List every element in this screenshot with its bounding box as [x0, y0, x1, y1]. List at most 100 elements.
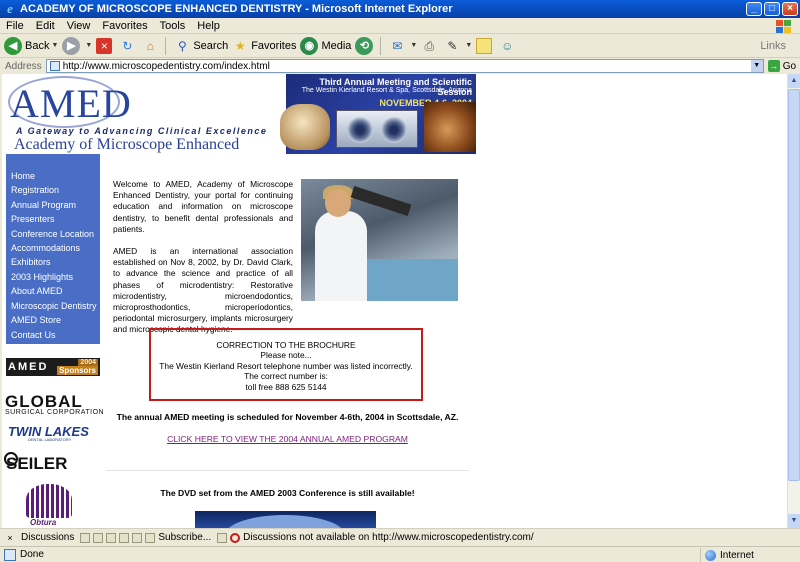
correction-box: CORRECTION TO THE BROCHURE Please note..…: [149, 328, 423, 401]
menu-edit[interactable]: Edit: [30, 20, 61, 32]
nav-conference-location[interactable]: Conference Location: [11, 229, 94, 239]
discussion-close-icon[interactable]: ×: [5, 533, 15, 543]
back-label: Back: [25, 39, 50, 52]
mail-dropdown-icon[interactable]: ▼: [410, 42, 417, 49]
note-icon: [476, 37, 493, 54]
address-dropdown-icon[interactable]: ▼: [750, 60, 763, 72]
status-bar: Done Internet: [0, 546, 800, 562]
refresh-button[interactable]: ↻: [119, 38, 138, 54]
discussion-tool-icon[interactable]: [145, 532, 156, 543]
nav-home[interactable]: Home: [11, 171, 35, 181]
edit-dropdown-icon[interactable]: ▼: [465, 42, 472, 49]
messenger-button[interactable]: ☺: [499, 38, 518, 54]
discussion-tool-icon[interactable]: [80, 532, 91, 543]
mail-icon: ✉: [392, 38, 403, 53]
subscribe-button[interactable]: Subscribe...: [158, 532, 211, 543]
go-arrow-icon: →: [767, 60, 780, 72]
history-icon: ⟲: [355, 36, 374, 55]
favorites-button[interactable]: ★ Favorites: [232, 38, 297, 54]
discussion-bar: × Discussions Subscribe... Discussions n…: [0, 528, 800, 546]
dvd-image[interactable]: [195, 511, 376, 528]
menu-favorites[interactable]: Favorites: [96, 20, 153, 32]
photo-microscope: [350, 186, 412, 216]
sponsors-word: Sponsors: [57, 366, 98, 375]
forward-dropdown-icon[interactable]: ▼: [85, 42, 92, 49]
address-value[interactable]: http://www.microscopedentistry.com/index…: [63, 61, 751, 72]
nav-annual-program[interactable]: Annual Program: [11, 200, 76, 210]
edit-button[interactable]: ✎ ▼: [444, 38, 472, 54]
sponsor-obtura-logo[interactable]: [26, 484, 72, 518]
discuss-button[interactable]: [476, 37, 495, 54]
nav-accommodations[interactable]: Accommodations: [11, 243, 80, 253]
discussion-tool-icon[interactable]: [93, 532, 104, 543]
stop-discussion-icon[interactable]: [217, 532, 228, 543]
intro-paragraph-2: AMED is an international association est…: [113, 246, 293, 335]
photo-head: [325, 189, 351, 217]
history-button[interactable]: ⟲: [355, 36, 376, 55]
program-link[interactable]: CLICK HERE TO VIEW THE 2004 ANNUAL AMED …: [106, 434, 469, 444]
links-label[interactable]: Links: [760, 40, 786, 52]
nav-exhibitors[interactable]: Exhibitors: [11, 257, 51, 267]
tooth-image: [280, 104, 330, 150]
security-zone: Internet: [700, 548, 754, 562]
back-button[interactable]: ◀ Back ▼: [4, 36, 58, 55]
nav-microscopic-dentistry[interactable]: Microscopic Dentistry: [11, 301, 97, 311]
back-dropdown-icon[interactable]: ▼: [51, 42, 58, 49]
zone-label: Internet: [720, 549, 754, 561]
scroll-thumb[interactable]: [788, 89, 800, 481]
stop-button[interactable]: ×: [96, 37, 115, 54]
scroll-up-icon[interactable]: ▲: [788, 74, 800, 88]
close-button[interactable]: ×: [782, 2, 798, 16]
go-button[interactable]: → Go: [767, 60, 796, 72]
vertical-scrollbar[interactable]: ▲ ▼: [787, 74, 800, 528]
search-button[interactable]: ⚲ Search: [174, 38, 228, 54]
sidebar-nav: Home Registration Annual Program Present…: [6, 154, 100, 344]
maximize-button[interactable]: □: [764, 2, 780, 16]
scroll-down-icon[interactable]: ▼: [788, 514, 800, 528]
refresh-icon: ↻: [122, 38, 133, 53]
correction-title: CORRECTION TO THE BROCHURE: [216, 340, 356, 350]
page-viewport[interactable]: AMED A Gateway to Advancing Clinical Exc…: [2, 74, 787, 528]
nav-registration[interactable]: Registration: [11, 185, 59, 195]
menu-file[interactable]: File: [0, 20, 30, 32]
dvd-disc: [225, 515, 345, 528]
media-icon: ◉: [300, 36, 319, 55]
menu-view[interactable]: View: [61, 20, 97, 32]
toolbar-separator: [165, 36, 167, 55]
sponsor-obtura-text: Obtura: [30, 518, 57, 527]
nav-presenters[interactable]: Presenters: [11, 214, 55, 224]
minimize-button[interactable]: _: [746, 2, 762, 16]
sponsor-global-sub: SURGICAL CORPORATION: [5, 409, 105, 416]
media-button[interactable]: ◉ Media: [300, 36, 351, 55]
nav-about-amed[interactable]: About AMED: [11, 286, 63, 296]
correction-line-1: The Westin Kierland Resort telephone num…: [159, 360, 413, 371]
divider: [106, 470, 469, 471]
nav-2003-highlights[interactable]: 2003 Highlights: [11, 272, 73, 282]
address-bar: Address http://www.microscopedentistry.c…: [0, 58, 800, 74]
print-button[interactable]: ⎙: [421, 38, 440, 54]
home-button[interactable]: ⌂: [142, 38, 161, 54]
back-arrow-icon: ◀: [4, 36, 22, 55]
lens-right: [381, 117, 407, 143]
menu-help[interactable]: Help: [191, 20, 226, 32]
nav-contact-us[interactable]: Contact Us: [11, 330, 56, 340]
discussion-tool-icon[interactable]: [119, 532, 130, 543]
page-icon: [49, 61, 60, 71]
address-input[interactable]: http://www.microscopedentistry.com/index…: [45, 59, 764, 73]
sponsors-header: AMED 2004 Sponsors: [6, 358, 100, 376]
sponsor-seiler-logo[interactable]: SEILER: [6, 454, 67, 474]
discussion-tool-icon[interactable]: [106, 532, 117, 543]
favorites-label: Favorites: [251, 39, 297, 52]
mail-button[interactable]: ✉ ▼: [389, 38, 417, 54]
discussion-tool-icon[interactable]: [132, 532, 143, 543]
intro-paragraph-1: Welcome to AMED, Academy of Microscope E…: [113, 179, 293, 234]
star-icon: ★: [234, 38, 246, 53]
forward-button[interactable]: ▶ ▼: [62, 36, 92, 55]
dentist-photo: [301, 179, 458, 301]
status-text: Done: [20, 549, 44, 560]
nav-amed-store[interactable]: AMED Store: [11, 315, 61, 325]
amed-logo[interactable]: AMED: [10, 80, 132, 127]
menu-tools[interactable]: Tools: [154, 20, 192, 32]
discussion-notice: Discussions not available on http://www.…: [243, 532, 534, 543]
discussions-menu[interactable]: Discussions: [21, 532, 74, 543]
